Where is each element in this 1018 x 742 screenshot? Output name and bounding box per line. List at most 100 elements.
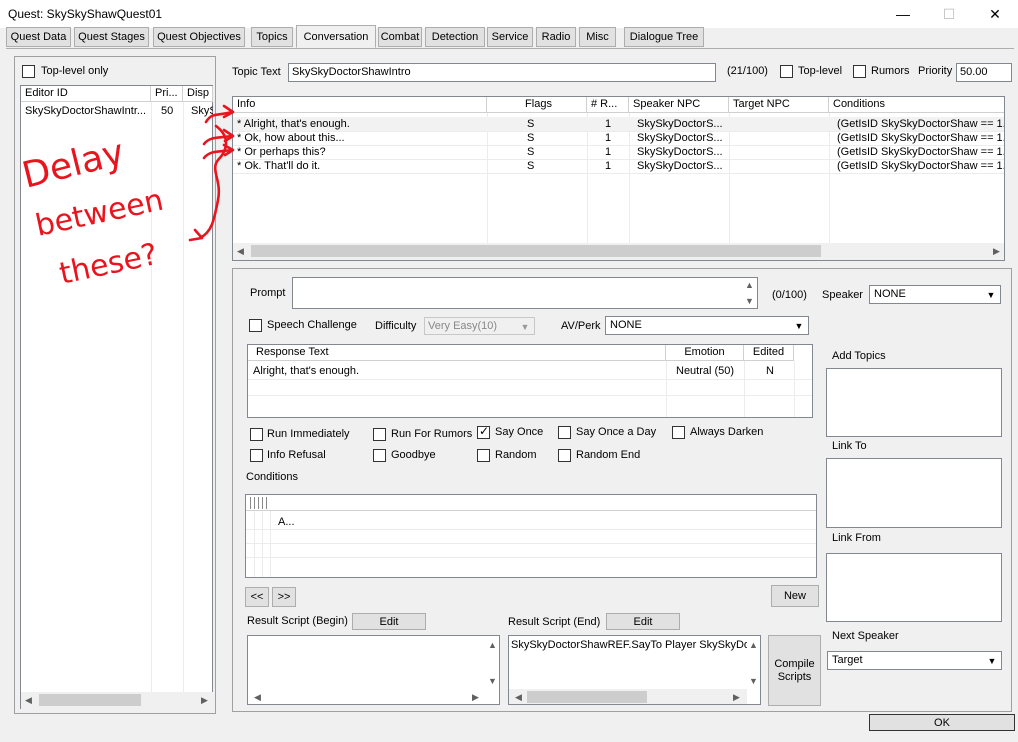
title-bar: Quest: SkySkyShawQuest01 — ☐ ✕ <box>0 0 1018 28</box>
col-edited[interactable]: Edited <box>744 345 794 361</box>
col-info[interactable]: Info <box>233 97 487 113</box>
goodbye-checkbox[interactable] <box>373 449 386 462</box>
col-emotion[interactable]: Emotion <box>666 345 744 361</box>
link-from-list[interactable] <box>826 553 1002 622</box>
run-immediately-checkbox[interactable] <box>250 428 263 441</box>
add-topics-list[interactable] <box>826 368 1002 437</box>
prompt-label: Prompt <box>250 287 286 299</box>
col-response-text[interactable]: Response Text <box>248 345 666 361</box>
speaker-select[interactable]: NONE ▼ <box>869 285 1001 304</box>
priority-input[interactable]: 50.00 <box>956 63 1012 82</box>
info-cell: * Alright, that's enough. <box>237 118 350 130</box>
info-hscrollbar[interactable]: ◀ ▶ <box>233 243 1004 260</box>
scroll-right-icon[interactable]: ▶ <box>993 246 1000 257</box>
always-darken-checkbox[interactable] <box>672 426 685 439</box>
link-to-list[interactable] <box>826 458 1002 528</box>
maximize-button[interactable]: ☐ <box>926 0 972 28</box>
script-hscrollbar[interactable]: ◀ ▶ <box>509 689 747 704</box>
edit-end-button[interactable]: Edit <box>606 613 680 630</box>
chevron-down-icon[interactable]: ▼ <box>792 319 806 333</box>
next-speaker-select[interactable]: Target ▼ <box>827 651 1002 670</box>
tab-dialogue-tree[interactable]: Dialogue Tree <box>624 27 704 47</box>
difficulty-label: Difficulty <box>375 320 417 332</box>
tab-service[interactable]: Service <box>487 27 533 47</box>
difficulty-value: Very Easy(10) <box>428 320 498 332</box>
speaker-label: Speaker <box>822 289 863 301</box>
flags-cell: S <box>527 146 535 158</box>
tab-radio[interactable]: Radio <box>536 27 576 47</box>
scroll-down-icon[interactable]: ▼ <box>488 676 497 686</box>
speaker-value: NONE <box>874 288 906 300</box>
scroll-up-icon[interactable]: ▲ <box>488 640 497 650</box>
chevron-down-icon[interactable]: ▼ <box>984 288 998 302</box>
conditions-grid[interactable]: A... <box>245 494 817 578</box>
tab-topics[interactable]: Topics <box>251 27 293 47</box>
table-row[interactable]: * Alright, that's enough. S 1 SkySkyDoct… <box>233 117 1004 131</box>
scroll-right-icon[interactable]: ▶ <box>472 692 479 703</box>
col-target-npc[interactable]: Target NPC <box>729 97 829 113</box>
say-once-checkbox[interactable] <box>477 424 490 439</box>
next-button[interactable]: >> <box>272 587 296 607</box>
edit-begin-button[interactable]: Edit <box>352 613 426 630</box>
scroll-up-icon[interactable]: ▲ <box>749 640 758 650</box>
random-end-checkbox[interactable] <box>558 449 571 462</box>
tab-combat[interactable]: Combat <box>378 27 422 47</box>
tab-quest-data[interactable]: Quest Data <box>6 27 71 47</box>
responses-cell: 1 <box>605 146 612 158</box>
scroll-left-icon[interactable]: ◀ <box>254 692 261 703</box>
annotation-line-3: these? <box>56 237 160 292</box>
table-row[interactable]: * Ok, how about this... S 1 SkySkyDoctor… <box>233 131 1004 145</box>
table-row[interactable]: * Ok. That'll do it. S 1 SkySkyDoctorS..… <box>233 159 1004 173</box>
conditions-cell: (GetIsID SkySkyDoctorShaw == 1.0 <box>837 146 1005 158</box>
tab-quest-objectives[interactable]: Quest Objectives <box>153 27 245 47</box>
tab-quest-stages[interactable]: Quest Stages <box>74 27 149 47</box>
condition-row-text[interactable]: A... <box>278 515 318 529</box>
ok-button[interactable]: OK <box>869 714 1015 731</box>
col-responses[interactable]: # R... <box>587 97 629 113</box>
difficulty-select[interactable]: Very Easy(10) ▼ <box>424 317 535 335</box>
target-cell <box>733 117 823 131</box>
run-for-rumors-checkbox[interactable] <box>373 428 386 441</box>
speech-challenge-checkbox[interactable] <box>249 319 262 332</box>
close-button[interactable]: ✕ <box>972 0 1018 28</box>
result-script-end-input[interactable]: SkySkyDoctorShawREF.SayTo Player SkySkyD… <box>508 635 761 705</box>
prev-button[interactable]: << <box>245 587 269 607</box>
tab-misc[interactable]: Misc <box>579 27 616 47</box>
result-script-begin-input[interactable]: ▲ ▼ ◀ ▶ <box>247 635 500 705</box>
prompt-input[interactable] <box>292 277 758 309</box>
prompt-scroll-up-icon[interactable]: ▲ <box>745 280 754 290</box>
chevron-down-icon[interactable]: ▼ <box>518 320 532 334</box>
tab-detection[interactable]: Detection <box>425 27 485 47</box>
info-list[interactable]: Info Flags # R... Speaker NPC Target NPC… <box>232 96 1005 261</box>
random-checkbox[interactable] <box>477 449 490 462</box>
scroll-right-icon[interactable]: ▶ <box>733 692 740 703</box>
table-row[interactable]: Alright, that's enough. Neutral (50) N <box>248 364 812 378</box>
info-refusal-checkbox[interactable] <box>250 449 263 462</box>
left-hscrollbar[interactable]: ◀ ▶ <box>21 692 213 709</box>
scroll-left-icon[interactable]: ◀ <box>515 692 522 703</box>
scroll-down-icon[interactable]: ▼ <box>749 676 758 686</box>
scroll-left-icon[interactable]: ◀ <box>25 695 32 706</box>
tab-conversation[interactable]: Conversation <box>296 25 376 48</box>
info-cell: * Ok. That'll do it. <box>237 160 321 172</box>
say-once-a-day-checkbox[interactable] <box>558 426 571 439</box>
col-conditions[interactable]: Conditions <box>829 97 1004 113</box>
col-speaker-npc[interactable]: Speaker NPC <box>629 97 729 113</box>
table-row[interactable]: * Or perhaps this? S 1 SkySkyDoctorS... … <box>233 145 1005 159</box>
col-flags[interactable]: Flags <box>487 97 587 113</box>
compile-scripts-button[interactable]: Compile Scripts <box>768 635 821 706</box>
rumors-checkbox[interactable] <box>853 65 866 78</box>
annotation-line-2: between <box>32 183 166 244</box>
chevron-down-icon[interactable]: ▼ <box>985 654 999 668</box>
new-button[interactable]: New <box>771 585 819 607</box>
info-cell: * Ok, how about this... <box>237 132 345 144</box>
minimize-button[interactable]: — <box>880 0 926 28</box>
prompt-scroll-down-icon[interactable]: ▼ <box>745 296 754 306</box>
avperk-select[interactable]: NONE ▼ <box>605 316 809 335</box>
top-level-only-checkbox[interactable] <box>22 65 35 78</box>
scroll-right-icon[interactable]: ▶ <box>201 695 208 706</box>
top-level-checkbox[interactable] <box>780 65 793 78</box>
response-list[interactable]: Response Text Emotion Edited Alright, th… <box>247 344 813 418</box>
minimize-icon: — <box>896 6 910 22</box>
topic-text-input[interactable]: SkySkyDoctorShawIntro <box>288 63 716 82</box>
